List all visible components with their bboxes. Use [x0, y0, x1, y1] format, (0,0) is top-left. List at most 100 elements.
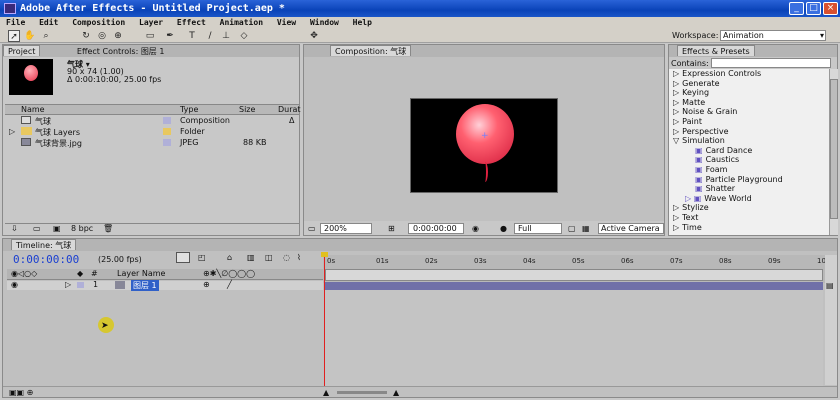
effects-tree-item[interactable]: ▷ Perspective	[669, 127, 829, 137]
column-name[interactable]: Name	[21, 105, 45, 114]
time-ruler[interactable]: 0s 01s 02s 03s 04s 05s 06s 07s 08s 09s 10s	[323, 255, 830, 283]
layer-name-header[interactable]: Layer Name	[117, 269, 165, 278]
column-type[interactable]: Type	[180, 105, 198, 114]
column-duration[interactable]: Durat	[278, 105, 301, 114]
trash-icon[interactable]: 🗑	[103, 224, 113, 233]
effects-tree-item[interactable]: ▷ Stylize	[669, 203, 829, 213]
safe-zones-icon[interactable]: ⊞	[388, 224, 395, 233]
resolution-select[interactable]: Full	[514, 223, 562, 234]
effects-tree-item[interactable]: ▣ Particle Playground	[669, 175, 829, 185]
shy-switch-icon[interactable]: ⊕	[203, 280, 210, 289]
effects-tree-item[interactable]: ▷ Generate	[669, 79, 829, 89]
pen-tool-icon[interactable]: ✒	[164, 30, 176, 42]
text-tool-icon[interactable]: T	[186, 30, 198, 42]
always-preview-icon[interactable]: ▭	[308, 224, 316, 233]
effects-tree-item[interactable]: ▽ Simulation	[669, 136, 829, 146]
comp-marker-bin-icon[interactable]: ▤	[826, 281, 834, 290]
effects-tree-item[interactable]: ▣ Caustics	[669, 155, 829, 165]
frame-blending-icon[interactable]: ▥	[247, 253, 255, 262]
comp-timecode[interactable]: 0:00:00:00	[408, 223, 464, 234]
rotate-tool-icon[interactable]: ↻	[80, 30, 92, 42]
motion-blur-icon[interactable]: ◫	[265, 253, 273, 262]
interpret-footage-icon[interactable]: ⇩	[11, 224, 18, 233]
effects-search-input[interactable]	[711, 58, 831, 68]
table-row[interactable]: 气球背景.jpg JPEG 88 KB	[5, 138, 299, 148]
tab-timeline[interactable]: Timeline: 气球	[11, 239, 77, 250]
rectangle-tool-icon[interactable]: ▭	[144, 30, 156, 42]
transparency-grid-icon[interactable]: ▦	[582, 224, 590, 233]
work-area-bar[interactable]	[325, 269, 823, 281]
bit-depth[interactable]: 8 bpc	[71, 224, 93, 233]
expand-arrow-icon[interactable]: ▷	[65, 280, 71, 289]
eye-icon[interactable]: ◉	[11, 280, 18, 289]
menu-help[interactable]: Help	[353, 18, 372, 27]
current-time-indicator[interactable]	[324, 253, 325, 387]
maximize-button[interactable]: □	[806, 2, 821, 15]
table-row[interactable]: ▷ 气球 Layers Folder	[5, 127, 299, 137]
anchor-point-icon[interactable]: +	[481, 131, 489, 141]
zoom-in-icon[interactable]: ▲	[393, 388, 399, 397]
color-channel-icon[interactable]: ●	[500, 224, 507, 233]
effects-tree-item[interactable]: ▷ Text	[669, 213, 829, 223]
quality-switch-icon[interactable]: ╱	[227, 280, 232, 289]
draft-3d-icon[interactable]: ◰	[198, 253, 206, 262]
column-size[interactable]: Size	[239, 105, 255, 114]
menu-animation[interactable]: Animation	[220, 18, 263, 27]
effects-tree-item[interactable]: ▷ ▣ Wave World	[669, 194, 829, 204]
clone-stamp-tool-icon[interactable]: ⊥	[220, 30, 232, 42]
graph-editor-icon[interactable]: ⌇	[297, 253, 301, 262]
timeline-timecode[interactable]: 0:00:00:00	[13, 253, 79, 266]
hand-tool-icon[interactable]: ✋	[24, 30, 36, 42]
menu-file[interactable]: File	[6, 18, 25, 27]
toggle-switches-icon[interactable]: ▣▣ ⊕	[9, 388, 33, 397]
brush-tool-icon[interactable]: /	[204, 30, 216, 42]
expand-arrow-icon[interactable]: ▷	[9, 127, 15, 136]
effects-tree-item[interactable]: ▷ Paint	[669, 117, 829, 127]
menu-composition[interactable]: Composition	[72, 18, 125, 27]
comp-button-icon[interactable]	[176, 252, 190, 263]
tab-effect-controls[interactable]: Effect Controls: 图层 1	[73, 46, 169, 57]
new-comp-icon[interactable]: ▣	[53, 224, 61, 233]
effects-tree-item[interactable]: ▷ Expression Controls	[669, 69, 829, 79]
tab-project[interactable]: Project	[3, 45, 41, 56]
layer-row[interactable]: ◉ ▷ 1 图层 1 ⊕ ╱	[7, 280, 323, 291]
comp-canvas[interactable]: +	[410, 98, 558, 193]
effects-tree-item[interactable]: ▣ Shatter	[669, 184, 829, 194]
brainstorm-icon[interactable]: ◌	[283, 253, 290, 262]
region-of-interest-icon[interactable]: ▢	[568, 224, 576, 233]
tab-effects-presets[interactable]: Effects & Presets	[677, 45, 755, 56]
eraser-tool-icon[interactable]: ◇	[238, 30, 250, 42]
zoom-slider[interactable]	[337, 391, 387, 394]
effects-scrollbar[interactable]	[829, 69, 838, 235]
selection-tool-icon[interactable]: ➚	[8, 30, 20, 42]
table-row[interactable]: 气球 Composition Δ	[5, 116, 299, 126]
tab-composition[interactable]: Composition: 气球	[330, 45, 412, 56]
timeline-graph-area[interactable]	[325, 290, 823, 386]
menu-edit[interactable]: Edit	[39, 18, 58, 27]
effects-tree-item[interactable]: ▷ Time	[669, 223, 829, 233]
effects-tree-item[interactable]: ▣ Foam	[669, 165, 829, 175]
menu-effect[interactable]: Effect	[177, 18, 206, 27]
pan-behind-tool-icon[interactable]: ⊕	[112, 30, 124, 42]
effects-tree-item[interactable]: ▷ Matte	[669, 98, 829, 108]
camera-tool-icon[interactable]: ◎	[96, 30, 108, 42]
menu-layer[interactable]: Layer	[139, 18, 163, 27]
menu-view[interactable]: View	[277, 18, 296, 27]
minimize-button[interactable]: _	[789, 2, 804, 15]
comp-viewer[interactable]: +	[304, 57, 664, 221]
layer-label-color-icon[interactable]	[77, 282, 84, 288]
layer-duration-bar[interactable]	[325, 282, 823, 290]
hide-shy-icon[interactable]: ⌂	[227, 253, 232, 262]
close-button[interactable]: ×	[823, 2, 838, 15]
effects-tree-item[interactable]: ▷ Keying	[669, 88, 829, 98]
new-folder-icon[interactable]: ▭	[33, 224, 41, 233]
camera-select[interactable]: Active Camera	[598, 223, 664, 234]
menu-window[interactable]: Window	[310, 18, 339, 27]
layer-name[interactable]: 图层 1	[131, 280, 159, 291]
effects-tree-item[interactable]: ▣ Card Dance	[669, 146, 829, 156]
zoom-select[interactable]: 200%	[320, 223, 372, 234]
zoom-out-icon[interactable]: ▲	[323, 388, 329, 397]
axis-mode-icon[interactable]: ✥	[308, 30, 320, 42]
effects-tree-item[interactable]: ▷ Noise & Grain	[669, 107, 829, 117]
workspace-select[interactable]: Animation ▾	[720, 30, 826, 41]
